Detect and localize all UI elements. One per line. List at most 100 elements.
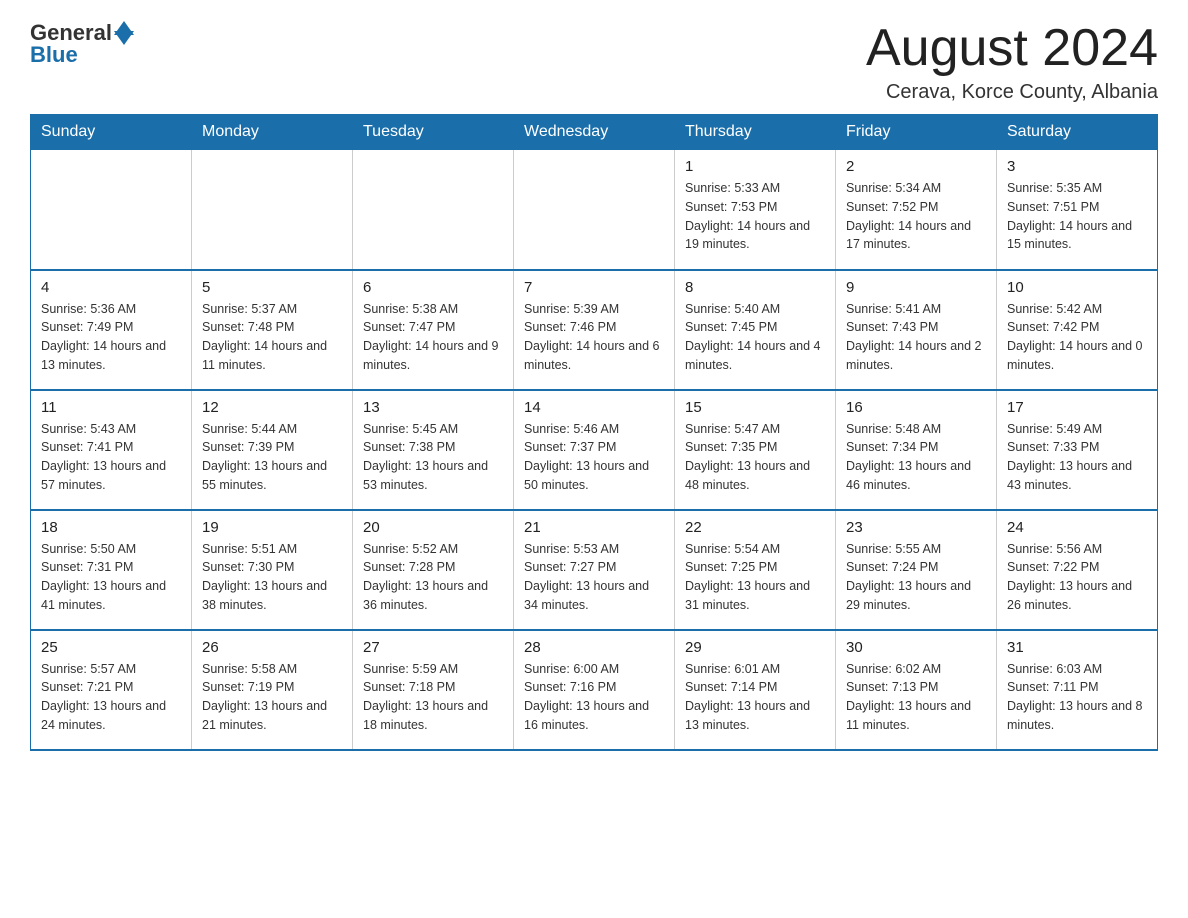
- day-info: Sunrise: 5:44 AM Sunset: 7:39 PM Dayligh…: [202, 420, 342, 495]
- day-number: 29: [685, 639, 825, 656]
- day-number: 31: [1007, 639, 1147, 656]
- calendar-cell: 23 Sunrise: 5:55 AM Sunset: 7:24 PM Dayli…: [836, 510, 997, 630]
- calendar-table: SundayMondayTuesdayWednesdayThursdayFrid…: [30, 114, 1158, 751]
- day-info: Sunrise: 5:47 AM Sunset: 7:35 PM Dayligh…: [685, 420, 825, 495]
- weekday-header-sunday: Sunday: [31, 115, 192, 150]
- day-info: Sunrise: 5:55 AM Sunset: 7:24 PM Dayligh…: [846, 540, 986, 615]
- day-info: Sunrise: 5:53 AM Sunset: 7:27 PM Dayligh…: [524, 540, 664, 615]
- calendar-cell: 28 Sunrise: 6:00 AM Sunset: 7:16 PM Dayli…: [514, 630, 675, 750]
- day-number: 21: [524, 519, 664, 536]
- day-number: 12: [202, 399, 342, 416]
- day-info: Sunrise: 6:00 AM Sunset: 7:16 PM Dayligh…: [524, 660, 664, 735]
- calendar-cell: 3Sunrise: 5:35 AM Sunset: 7:51 PM Daylig…: [997, 150, 1158, 270]
- day-number: 5: [202, 279, 342, 296]
- day-number: 23: [846, 519, 986, 536]
- calendar-cell: 10 Sunrise: 5:42 AM Sunset: 7:42 PM Dayli…: [997, 270, 1158, 390]
- day-info: Sunrise: 5:57 AM Sunset: 7:21 PM Dayligh…: [41, 660, 181, 735]
- calendar-cell: 25 Sunrise: 5:57 AM Sunset: 7:21 PM Dayli…: [31, 630, 192, 750]
- day-info: Sunrise: 5:52 AM Sunset: 7:28 PM Dayligh…: [363, 540, 503, 615]
- logo-blue: Blue: [30, 42, 78, 68]
- calendar-cell: 8 Sunrise: 5:40 AM Sunset: 7:45 PM Daylig…: [675, 270, 836, 390]
- week-row-4: 18 Sunrise: 5:50 AM Sunset: 7:31 PM Dayli…: [31, 510, 1158, 630]
- calendar-cell: 12 Sunrise: 5:44 AM Sunset: 7:39 PM Dayli…: [192, 390, 353, 510]
- day-number: 28: [524, 639, 664, 656]
- day-info: Sunrise: 6:02 AM Sunset: 7:13 PM Dayligh…: [846, 660, 986, 735]
- month-title: August 2024: [866, 20, 1158, 77]
- day-info: Sunrise: 5:50 AM Sunset: 7:31 PM Dayligh…: [41, 540, 181, 615]
- week-row-2: 4Sunrise: 5:36 AM Sunset: 7:49 PM Daylig…: [31, 270, 1158, 390]
- calendar-cell: 31Sunrise: 6:03 AM Sunset: 7:11 PM Dayli…: [997, 630, 1158, 750]
- calendar-cell: 16Sunrise: 5:48 AM Sunset: 7:34 PM Dayli…: [836, 390, 997, 510]
- header-right: August 2024 Cerava, Korce County, Albani…: [866, 20, 1158, 104]
- weekday-header-friday: Friday: [836, 115, 997, 150]
- day-info: Sunrise: 5:45 AM Sunset: 7:38 PM Dayligh…: [363, 420, 503, 495]
- day-number: 6: [363, 279, 503, 296]
- calendar-cell: 29Sunrise: 6:01 AM Sunset: 7:14 PM Dayli…: [675, 630, 836, 750]
- calendar-cell: 6Sunrise: 5:38 AM Sunset: 7:47 PM Daylig…: [353, 270, 514, 390]
- calendar-cell: 7 Sunrise: 5:39 AM Sunset: 7:46 PM Daylig…: [514, 270, 675, 390]
- weekday-header-tuesday: Tuesday: [353, 115, 514, 150]
- day-info: Sunrise: 5:54 AM Sunset: 7:25 PM Dayligh…: [685, 540, 825, 615]
- calendar-cell: 19Sunrise: 5:51 AM Sunset: 7:30 PM Dayli…: [192, 510, 353, 630]
- calendar-cell: 26 Sunrise: 5:58 AM Sunset: 7:19 PM Dayli…: [192, 630, 353, 750]
- calendar-cell: 20 Sunrise: 5:52 AM Sunset: 7:28 PM Dayli…: [353, 510, 514, 630]
- weekday-header-monday: Monday: [192, 115, 353, 150]
- calendar-cell: 22Sunrise: 5:54 AM Sunset: 7:25 PM Dayli…: [675, 510, 836, 630]
- day-number: 24: [1007, 519, 1147, 536]
- weekday-header-row: SundayMondayTuesdayWednesdayThursdayFrid…: [31, 115, 1158, 150]
- day-number: 2: [846, 158, 986, 175]
- day-info: Sunrise: 5:41 AM Sunset: 7:43 PM Dayligh…: [846, 300, 986, 375]
- calendar-cell: 13 Sunrise: 5:45 AM Sunset: 7:38 PM Dayli…: [353, 390, 514, 510]
- day-number: 18: [41, 519, 181, 536]
- day-info: Sunrise: 5:42 AM Sunset: 7:42 PM Dayligh…: [1007, 300, 1147, 375]
- calendar-cell: 17 Sunrise: 5:49 AM Sunset: 7:33 PM Dayli…: [997, 390, 1158, 510]
- day-info: Sunrise: 5:39 AM Sunset: 7:46 PM Dayligh…: [524, 300, 664, 375]
- calendar-cell: 15 Sunrise: 5:47 AM Sunset: 7:35 PM Dayli…: [675, 390, 836, 510]
- calendar-cell: [353, 150, 514, 270]
- day-info: Sunrise: 5:49 AM Sunset: 7:33 PM Dayligh…: [1007, 420, 1147, 495]
- week-row-5: 25 Sunrise: 5:57 AM Sunset: 7:21 PM Dayli…: [31, 630, 1158, 750]
- day-info: Sunrise: 5:40 AM Sunset: 7:45 PM Dayligh…: [685, 300, 825, 375]
- day-number: 15: [685, 399, 825, 416]
- calendar-cell: 30 Sunrise: 6:02 AM Sunset: 7:13 PM Dayli…: [836, 630, 997, 750]
- week-row-1: 1Sunrise: 5:33 AM Sunset: 7:53 PM Daylig…: [31, 150, 1158, 270]
- calendar-cell: 11 Sunrise: 5:43 AM Sunset: 7:41 PM Dayli…: [31, 390, 192, 510]
- calendar-cell: 18 Sunrise: 5:50 AM Sunset: 7:31 PM Dayli…: [31, 510, 192, 630]
- day-info: Sunrise: 5:43 AM Sunset: 7:41 PM Dayligh…: [41, 420, 181, 495]
- calendar-cell: 21 Sunrise: 5:53 AM Sunset: 7:27 PM Dayli…: [514, 510, 675, 630]
- calendar-cell: 5Sunrise: 5:37 AM Sunset: 7:48 PM Daylig…: [192, 270, 353, 390]
- day-info: Sunrise: 5:58 AM Sunset: 7:19 PM Dayligh…: [202, 660, 342, 735]
- day-number: 10: [1007, 279, 1147, 296]
- calendar-cell: [192, 150, 353, 270]
- day-number: 17: [1007, 399, 1147, 416]
- day-info: Sunrise: 5:51 AM Sunset: 7:30 PM Dayligh…: [202, 540, 342, 615]
- day-info: Sunrise: 5:48 AM Sunset: 7:34 PM Dayligh…: [846, 420, 986, 495]
- day-number: 30: [846, 639, 986, 656]
- day-number: 7: [524, 279, 664, 296]
- day-number: 1: [685, 158, 825, 175]
- calendar-cell: 2 Sunrise: 5:34 AM Sunset: 7:52 PM Daylig…: [836, 150, 997, 270]
- calendar-cell: [514, 150, 675, 270]
- day-number: 9: [846, 279, 986, 296]
- day-number: 11: [41, 399, 181, 416]
- weekday-header-wednesday: Wednesday: [514, 115, 675, 150]
- calendar-cell: 4Sunrise: 5:36 AM Sunset: 7:49 PM Daylig…: [31, 270, 192, 390]
- calendar-cell: 24Sunrise: 5:56 AM Sunset: 7:22 PM Dayli…: [997, 510, 1158, 630]
- day-number: 20: [363, 519, 503, 536]
- day-info: Sunrise: 5:34 AM Sunset: 7:52 PM Dayligh…: [846, 179, 986, 254]
- day-number: 13: [363, 399, 503, 416]
- day-number: 26: [202, 639, 342, 656]
- day-number: 4: [41, 279, 181, 296]
- calendar-cell: 27 Sunrise: 5:59 AM Sunset: 7:18 PM Dayli…: [353, 630, 514, 750]
- calendar-cell: 9 Sunrise: 5:41 AM Sunset: 7:43 PM Daylig…: [836, 270, 997, 390]
- page-header: General Blue August 2024 Cerava, Korce C…: [30, 20, 1158, 104]
- day-number: 3: [1007, 158, 1147, 175]
- logo: General Blue: [30, 20, 134, 68]
- day-number: 27: [363, 639, 503, 656]
- day-number: 25: [41, 639, 181, 656]
- calendar-cell: 14Sunrise: 5:46 AM Sunset: 7:37 PM Dayli…: [514, 390, 675, 510]
- day-info: Sunrise: 5:59 AM Sunset: 7:18 PM Dayligh…: [363, 660, 503, 735]
- calendar-cell: 1Sunrise: 5:33 AM Sunset: 7:53 PM Daylig…: [675, 150, 836, 270]
- day-number: 8: [685, 279, 825, 296]
- weekday-header-saturday: Saturday: [997, 115, 1158, 150]
